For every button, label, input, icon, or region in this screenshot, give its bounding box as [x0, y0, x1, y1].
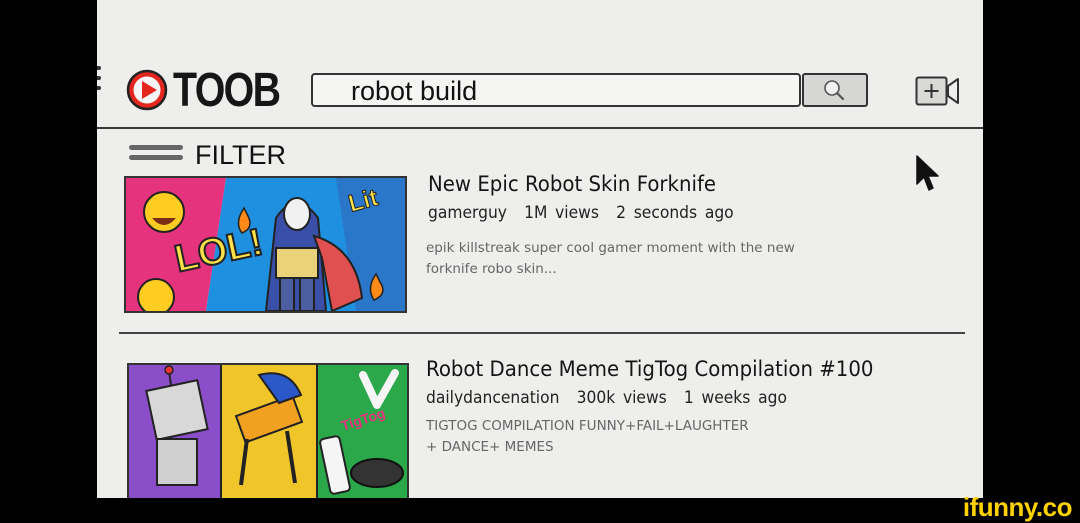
video-channel-1[interactable]: gamerguy — [428, 203, 507, 222]
menu-icon[interactable] — [97, 66, 101, 106]
video-channel-2[interactable]: dailydancenation — [426, 388, 559, 407]
video-thumbnail-2[interactable]: TigTog — [127, 363, 409, 498]
video-description-2-line2: + DANCE+ MEMES — [426, 439, 554, 455]
video-meta-1: gamerguy 1M views 2 seconds ago — [428, 203, 743, 222]
video-description-2: TIGTOG COMPILATION FUNNY+FAIL+LAUGHTER +… — [426, 416, 846, 458]
video-description-2-line1: TIGTOG COMPILATION FUNNY+FAIL+LAUGHTER — [426, 418, 749, 434]
app-logo[interactable]: TOOB — [125, 64, 303, 117]
search-query: robot build — [351, 76, 478, 106]
filter-label: FILTER — [195, 140, 287, 170]
thumbnail-art: TigTog — [129, 365, 407, 498]
search-input[interactable]: robot build — [311, 73, 801, 107]
app-screen: TOOB robot build FILTER LOL! Lit New Epi… — [97, 0, 983, 498]
create-video-button[interactable] — [915, 76, 961, 106]
video-views-1: 1M views — [524, 203, 599, 222]
thumbnail-art: LOL! Lit — [126, 178, 405, 311]
video-description-1: epik killstreak super cool gamer moment … — [426, 240, 795, 277]
result-divider — [119, 332, 965, 334]
video-age-1: 2 seconds ago — [616, 203, 734, 222]
video-views-2: 300k views — [576, 388, 667, 407]
logo-text: TOOB — [173, 63, 281, 117]
bottom-bar — [0, 498, 1080, 519]
video-title-1[interactable]: New Epic Robot Skin Forknife — [428, 172, 716, 196]
filter-button[interactable]: FILTER — [129, 140, 286, 171]
video-meta-2: dailydancenation 300k views 1 weeks ago — [426, 388, 796, 407]
search-button[interactable] — [802, 73, 868, 107]
video-camera-plus-icon — [915, 76, 959, 106]
video-title-2[interactable]: Robot Dance Meme TigTog Compilation #100 — [426, 357, 873, 381]
search-icon — [824, 80, 845, 101]
header-divider — [97, 127, 983, 129]
video-age-2: 1 weeks ago — [683, 388, 787, 407]
play-logo-icon — [126, 69, 168, 111]
watermark: ifunny.co — [962, 492, 1073, 522]
video-thumbnail-1[interactable]: LOL! Lit — [124, 176, 407, 313]
filter-icon — [129, 144, 183, 167]
mouse-cursor-icon — [916, 155, 939, 191]
